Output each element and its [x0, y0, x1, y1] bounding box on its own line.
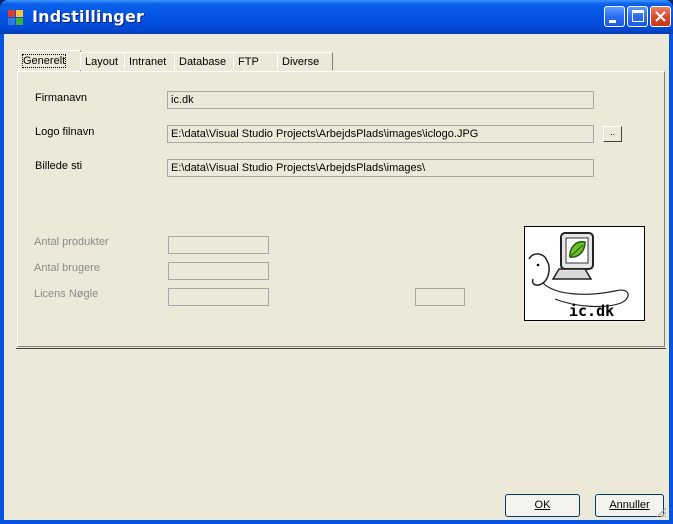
licens-noegle-extra-field[interactable] [415, 288, 465, 306]
billede-sti-label: Billede sti [35, 160, 83, 172]
browse-logo-button[interactable]: .. [603, 126, 622, 142]
tab-intranet[interactable]: Intranet [124, 52, 175, 70]
tab-label: Generelt [21, 54, 67, 68]
tab-label: Database [179, 56, 227, 68]
window-border-right [669, 34, 673, 524]
licens-noegle-field[interactable] [168, 288, 269, 306]
ok-button[interactable]: OK [505, 494, 580, 517]
tab-database[interactable]: Database [174, 52, 234, 70]
logo-illustration: ic.dk [528, 232, 629, 320]
maximize-button[interactable] [627, 6, 648, 27]
logo-text: ic.dk [569, 302, 614, 320]
tab-label: FTP [238, 56, 259, 68]
window-title: Indstillinger [32, 7, 145, 26]
antal-produkter-label: Antal produkter [34, 236, 109, 248]
antal-brugere-field[interactable] [168, 262, 269, 280]
cancel-button-label: Annuller [609, 499, 650, 511]
window-border-bottom [0, 520, 673, 524]
antal-produkter-field[interactable] [168, 236, 269, 254]
tab-generelt[interactable]: Generelt [18, 50, 81, 72]
licens-noegle-label: Licens Nøgle [34, 288, 99, 300]
cancel-button[interactable]: Annuller [595, 494, 664, 517]
company-logo-image: ic.dk [524, 226, 645, 321]
logo-filnavn-field[interactable]: E:\data\Visual Studio Projects\ArbejdsPl… [167, 125, 594, 143]
ok-button-label: OK [534, 499, 551, 511]
settings-window: Indstillinger Generelt Layout Intranet D… [0, 0, 673, 524]
close-icon [655, 11, 666, 22]
maximize-icon [632, 10, 644, 22]
logo-filnavn-label: Logo filnavn [35, 126, 95, 138]
close-button[interactable] [650, 6, 671, 27]
billede-sti-field[interactable]: E:\data\Visual Studio Projects\ArbejdsPl… [167, 159, 594, 177]
tab-label: Intranet [129, 56, 167, 68]
tab-label: Layout [85, 56, 119, 68]
firmanavn-label: Firmanavn [35, 92, 87, 104]
title-bar[interactable]: Indstillinger [0, 0, 673, 34]
tab-diverse[interactable]: Diverse [277, 52, 333, 70]
minimize-icon [609, 20, 616, 23]
tab-ftp[interactable]: FTP [233, 52, 278, 70]
minimize-button[interactable] [604, 6, 625, 27]
resize-grip-icon[interactable] [655, 506, 667, 518]
tab-label: Diverse [282, 56, 320, 68]
antal-brugere-label: Antal brugere [34, 262, 101, 274]
tab-layout[interactable]: Layout [80, 52, 125, 70]
firmanavn-field[interactable]: ic.dk [167, 91, 594, 109]
app-icon [8, 10, 24, 26]
